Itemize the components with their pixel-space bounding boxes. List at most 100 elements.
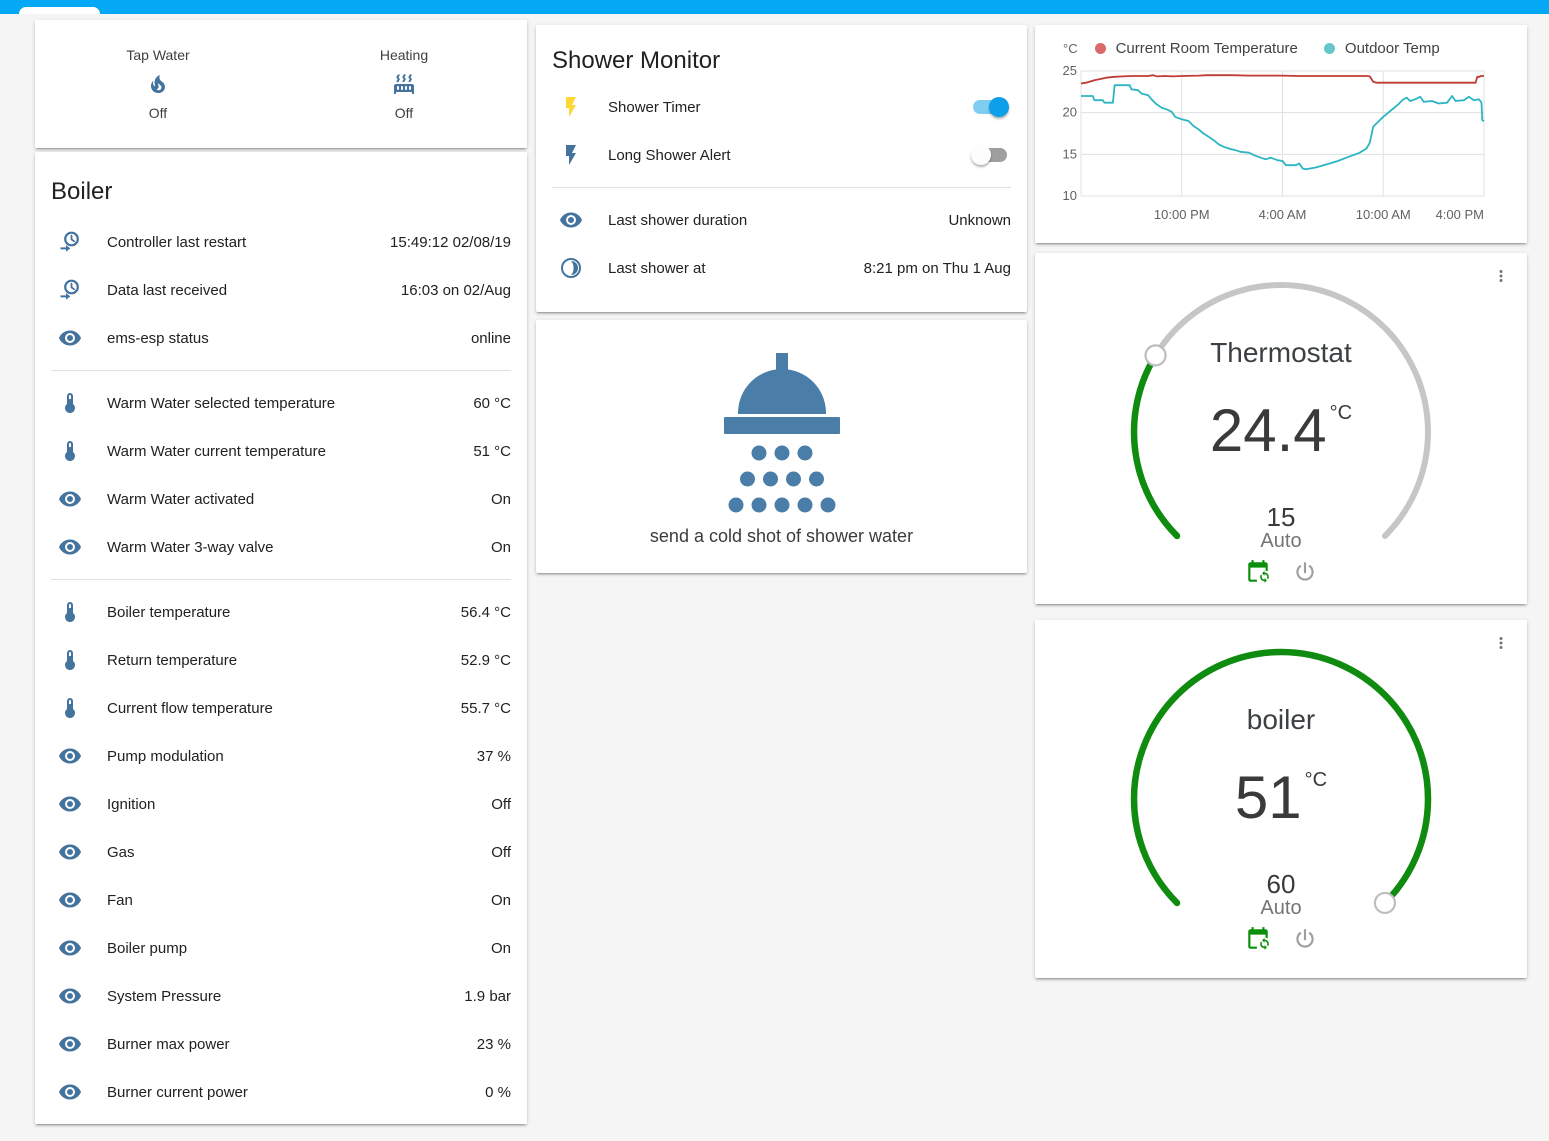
eye-icon [58, 487, 82, 511]
divider [51, 370, 511, 371]
entity-label: Data last received [107, 282, 227, 299]
entity-label: Warm Water 3-way valve [107, 539, 273, 556]
dial-current-temperature: 24.4 °C [1035, 398, 1527, 464]
dial-setpoint: 60 [1035, 869, 1527, 900]
eye-icon [58, 326, 82, 350]
dial-mode: Auto [1035, 530, 1527, 553]
divider [552, 187, 1011, 188]
legend-item-outdoor: Outdoor Temp [1324, 40, 1440, 57]
entity-row[interactable]: Warm Water current temperature 51 °C [51, 427, 511, 475]
glance-item-state: Off [395, 105, 413, 121]
entity-label: Burner current power [107, 1084, 248, 1101]
svg-text:10:00 AM: 10:00 AM [1356, 207, 1411, 222]
entity-value: 16:03 on 02/Aug [401, 282, 511, 299]
entity-value: 52.9 °C [461, 652, 511, 669]
entity-label: System Pressure [107, 988, 221, 1005]
shower-shot-button-label: send a cold shot of shower water [650, 526, 913, 547]
entity-value: Off [491, 796, 511, 813]
glance-item-name: Tap Water [126, 47, 189, 63]
toggle-switch[interactable] [971, 145, 1009, 165]
entity-value: Unknown [948, 212, 1011, 229]
app-header-bar [0, 0, 1549, 14]
moon-icon [559, 256, 583, 280]
glance-item-heating[interactable]: HeatingOff [281, 47, 527, 121]
dial-title: boiler [1035, 704, 1527, 736]
boiler-dial-card: boiler 51 °C 60 Auto [1035, 620, 1527, 978]
entity-label: Warm Water current temperature [107, 443, 326, 460]
boiler-entities-card: Boiler Controller last restart 15:49:12 0… [35, 152, 527, 1124]
thermometer-icon [58, 600, 82, 624]
entity-value: 15:49:12 02/08/19 [390, 234, 511, 251]
eye-icon [559, 208, 583, 232]
power-icon[interactable] [1292, 559, 1318, 585]
toggle-switch[interactable] [971, 97, 1009, 117]
entity-value: Off [491, 844, 511, 861]
entity-value: 1.9 bar [464, 988, 511, 1005]
entity-row[interactable]: Data last received 16:03 on 02/Aug [51, 266, 511, 314]
entity-label: Boiler temperature [107, 604, 230, 621]
entity-label: Boiler pump [107, 940, 187, 957]
entity-value: On [491, 892, 511, 909]
entity-label: Return temperature [107, 652, 237, 669]
entity-label: Shower Timer [608, 99, 701, 116]
shower-head-icon [722, 353, 842, 517]
temperature-chart: 2520151010:00 PM4:00 AM10:00 AM4:00 PM [1051, 61, 1511, 233]
entity-label: Pump modulation [107, 748, 224, 765]
svg-text:15: 15 [1063, 146, 1077, 161]
entity-label: Controller last restart [107, 234, 246, 251]
entity-value: 55.7 °C [461, 700, 511, 717]
svg-text:25: 25 [1063, 63, 1077, 78]
entity-row[interactable]: Long Shower Alert [552, 131, 1011, 179]
entity-label: Fan [107, 892, 133, 909]
eye-icon [58, 1032, 82, 1056]
eye-icon [58, 535, 82, 559]
entity-row[interactable]: Gas Off [51, 828, 511, 876]
thermometer-icon [58, 648, 82, 672]
shower-shot-button-card[interactable]: send a cold shot of shower water [536, 320, 1027, 573]
eye-icon [58, 1080, 82, 1104]
entity-row[interactable]: System Pressure 1.9 bar [51, 972, 511, 1020]
entity-value: On [491, 539, 511, 556]
entity-label: ems-esp status [107, 330, 209, 347]
entity-value: 51 °C [473, 443, 511, 460]
entity-row[interactable]: Boiler temperature 56.4 °C [51, 588, 511, 636]
entity-value: 56.4 °C [461, 604, 511, 621]
entity-row[interactable]: Burner max power23 % [51, 1020, 511, 1068]
calendar-sync-icon[interactable] [1245, 926, 1271, 952]
svg-text:10:00 PM: 10:00 PM [1154, 207, 1210, 222]
entity-row[interactable]: Last shower durationUnknown [552, 196, 1011, 244]
thermometer-icon [58, 696, 82, 720]
entity-row[interactable]: ems-esp statusonline [51, 314, 511, 362]
entity-row[interactable]: Warm Water activated On [51, 475, 511, 523]
card-title: Boiler [35, 152, 527, 212]
entity-value: On [491, 491, 511, 508]
entity-value: 60 °C [473, 395, 511, 412]
eye-icon [58, 792, 82, 816]
eye-icon [58, 984, 82, 1008]
entity-row[interactable]: Shower Timer [552, 83, 1011, 131]
entity-label: Gas [107, 844, 135, 861]
entity-row[interactable]: Warm Water 3-way valve On [51, 523, 511, 571]
legend-item-room: Current Room Temperature [1095, 40, 1298, 57]
glance-item-tap-water[interactable]: Tap WaterOff [35, 47, 281, 121]
divider [51, 579, 511, 580]
power-icon[interactable] [1292, 926, 1318, 952]
temperature-history-card: °C Current Room Temperature Outdoor Temp… [1035, 25, 1527, 243]
entity-row[interactable]: Controller last restart 15:49:12 02/08/19 [51, 218, 511, 266]
active-tab-indicator[interactable] [19, 7, 100, 14]
clock-start-icon [58, 278, 82, 302]
entity-row[interactable]: Fan On [51, 876, 511, 924]
entity-row[interactable]: Warm Water selected temperature60 °C [51, 379, 511, 427]
entity-label: Warm Water activated [107, 491, 254, 508]
legend-dot-outdoor [1324, 43, 1335, 54]
clock-start-icon [58, 230, 82, 254]
entity-row[interactable]: Last shower at8:21 pm on Thu 1 Aug [552, 244, 1011, 292]
entity-row[interactable]: Current flow temperature 55.7 °C [51, 684, 511, 732]
entity-row[interactable]: IgnitionOff [51, 780, 511, 828]
entity-label: Current flow temperature [107, 700, 273, 717]
entity-row[interactable]: Return temperature 52.9 °C [51, 636, 511, 684]
entity-row[interactable]: Boiler pumpOn [51, 924, 511, 972]
entity-row[interactable]: Pump modulation37 % [51, 732, 511, 780]
calendar-sync-icon[interactable] [1245, 559, 1271, 585]
entity-row[interactable]: Burner current power0 % [51, 1068, 511, 1116]
